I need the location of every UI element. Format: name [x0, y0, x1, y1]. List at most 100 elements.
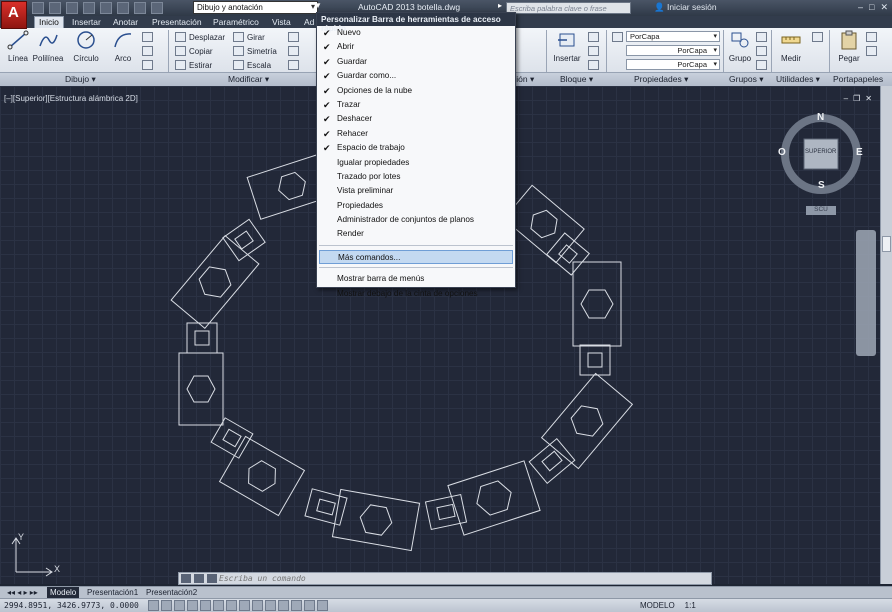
menu-item-show-menubar[interactable]: Mostrar barra de menús [317, 272, 515, 286]
viewport-controls-label[interactable]: [–][Superior][Estructura alámbrica 2D] [4, 94, 138, 103]
lineweight-select[interactable]: PorCapa ▾ [626, 59, 720, 70]
group-select-tool[interactable] [756, 59, 767, 71]
menu-item-more-commands[interactable]: Más comandos... [319, 249, 513, 265]
dynamic-input-icon[interactable] [252, 600, 263, 611]
transparency-icon[interactable] [278, 600, 289, 611]
snap-mode-icon[interactable] [148, 600, 159, 611]
menu-item[interactable]: ✔ Nuevo [317, 26, 515, 40]
tab-vista[interactable]: Vista [272, 16, 291, 28]
tab-presentacion[interactable]: Presentación [152, 16, 202, 28]
selection-cycling-icon[interactable] [304, 600, 315, 611]
3d-osnap-icon[interactable] [213, 600, 224, 611]
group-label-clipboard[interactable]: Portapapeles [833, 74, 883, 84]
edit-block-tool[interactable] [588, 45, 599, 57]
tab-model[interactable]: Modelo [47, 587, 80, 598]
otrack-icon[interactable] [226, 600, 237, 611]
array-tool[interactable] [288, 59, 299, 71]
cloud-icon[interactable] [100, 2, 112, 14]
menu-item-show-below-ribbon[interactable]: Mostrar debajo de la cinta de opciones [317, 287, 515, 301]
hatch-tool[interactable] [142, 45, 153, 57]
save-as-icon[interactable] [83, 2, 95, 14]
layout-nav-icon[interactable]: ◂◂ ◂ ▸ ▸▸ [4, 587, 41, 598]
lineweight-icon[interactable] [265, 600, 276, 611]
menu-item[interactable]: ✔ Guardar [317, 55, 515, 69]
menu-item[interactable]: ✔ Guardar como... [317, 69, 515, 83]
measure-button[interactable]: Medir [775, 30, 807, 63]
model-space-toggle[interactable]: MODELO [640, 601, 675, 610]
color-select[interactable]: PorCapa ▾ [626, 31, 720, 42]
coordinate-readout[interactable]: 2994.8951, 3426.9773, 0.0000 [4, 601, 139, 610]
quick-props-icon[interactable] [291, 600, 302, 611]
viewcube-face[interactable]: SUPERIOR [805, 149, 836, 155]
paste-button[interactable]: Pegar [833, 30, 865, 63]
menu-item[interactable]: ✔ Abrir [317, 40, 515, 54]
close-icon[interactable] [181, 574, 191, 583]
osnap-icon[interactable] [200, 600, 211, 611]
group-label-props[interactable]: Propiedades ▾ [634, 74, 688, 85]
insert-block-button[interactable]: Insertar [551, 30, 583, 63]
maximize-button[interactable]: □ [869, 2, 874, 13]
menu-item[interactable]: Render [317, 227, 515, 241]
menu-item[interactable]: ✔ Rehacer [317, 127, 515, 141]
undo-icon[interactable] [134, 2, 146, 14]
viewcube[interactable]: N S O E SUPERIOR [778, 112, 864, 198]
fillet-tool[interactable] [288, 45, 299, 57]
group-label-block[interactable]: Bloque ▾ [560, 74, 593, 85]
info-arrow-icon[interactable]: ▸ [498, 1, 502, 10]
quick-calc-tool[interactable] [812, 31, 823, 43]
group-edit-tool[interactable] [756, 45, 767, 57]
menu-item[interactable]: ✔ Opciones de la nube [317, 84, 515, 98]
region-tool[interactable] [142, 59, 153, 71]
redo-icon[interactable] [151, 2, 163, 14]
ortho-icon[interactable] [174, 600, 185, 611]
trim-tool[interactable] [288, 31, 299, 43]
arc-button[interactable]: Arco [107, 30, 139, 63]
grid-icon[interactable] [161, 600, 172, 611]
tab-layout2[interactable]: Presentación2 [143, 587, 200, 598]
circle-button[interactable]: Círculo [70, 30, 102, 63]
annotation-monitor-icon[interactable] [317, 600, 328, 611]
annotation-scale[interactable]: 1:1 [685, 601, 696, 610]
viewport-close-button[interactable]: ✕ [865, 94, 872, 103]
tab-inicio[interactable]: Inicio [34, 16, 64, 28]
mirror-button[interactable]: Simetría [233, 45, 277, 57]
open-icon[interactable] [49, 2, 61, 14]
linetype-select[interactable]: PorCapa ▾ [626, 45, 720, 56]
app-menu-button[interactable]: A [1, 1, 27, 29]
tab-add[interactable]: Ad [304, 16, 314, 28]
viewport-restore-button[interactable]: ❐ [853, 94, 860, 103]
polyline-button[interactable]: Polilínea [32, 30, 64, 63]
command-input[interactable] [219, 573, 699, 584]
menu-item[interactable]: Propiedades [317, 199, 515, 213]
rotate-button[interactable]: Girar [233, 31, 265, 43]
scrollbar-thumb[interactable] [882, 236, 891, 252]
group-label-modify[interactable]: Modificar ▾ [228, 74, 269, 85]
vertical-scrollbar[interactable] [880, 86, 892, 584]
compass-east[interactable]: E [856, 147, 863, 158]
polar-icon[interactable] [187, 600, 198, 611]
match-props-tool[interactable] [612, 31, 623, 43]
tab-insertar[interactable]: Insertar [72, 16, 101, 28]
ungroup-tool[interactable] [756, 31, 767, 43]
line-button[interactable]: Línea [2, 30, 34, 63]
wrench-icon[interactable] [194, 574, 204, 583]
compass-west[interactable]: O [778, 147, 786, 158]
wcs-menu-button[interactable]: SCU [806, 206, 836, 215]
stretch-button[interactable]: Estirar [175, 59, 212, 71]
viewport-minimize-button[interactable]: – [844, 94, 848, 103]
workspace-select[interactable]: Dibujo y anotación ▾ [193, 1, 318, 14]
new-icon[interactable] [32, 2, 44, 14]
scale-button[interactable]: Escala [233, 59, 271, 71]
signin-link[interactable]: 👤 Iniciar sesión [654, 2, 717, 13]
navigation-bar[interactable] [856, 230, 876, 356]
search-input[interactable]: Escriba palabra clave o frase [506, 2, 631, 14]
menu-item[interactable]: Administrador de conjuntos de planos [317, 213, 515, 227]
ducs-icon[interactable] [239, 600, 250, 611]
create-block-tool[interactable] [588, 31, 599, 43]
compass-north[interactable]: N [817, 112, 824, 123]
copy-button[interactable]: Copiar [175, 45, 213, 57]
plot-icon[interactable] [117, 2, 129, 14]
menu-item[interactable]: Vista preliminar [317, 184, 515, 198]
save-icon[interactable] [66, 2, 78, 14]
compass-south[interactable]: S [818, 180, 825, 191]
